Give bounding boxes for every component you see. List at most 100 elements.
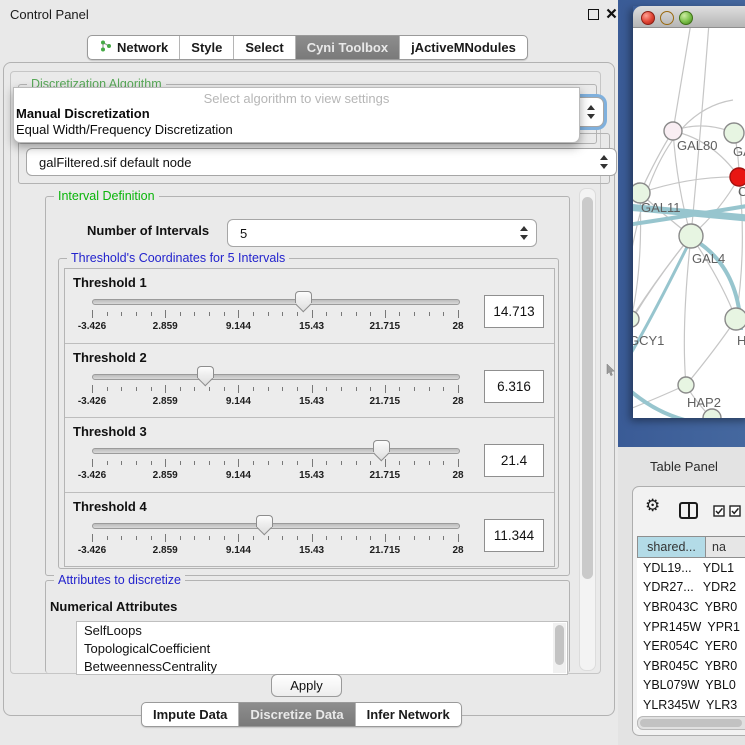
- close-window-icon[interactable]: [641, 11, 655, 25]
- network-canvas[interactable]: GAL80GACGAL11GAL4GCY1HHAP2: [633, 28, 745, 418]
- combo-stepper-icon: [600, 155, 609, 169]
- bottom-tab-infer-network[interactable]: Infer Network: [355, 703, 461, 726]
- node-label: GA: [733, 144, 745, 159]
- control-panel-titlebar: Control Panel: [0, 0, 618, 28]
- table-row[interactable]: YBL079WYBL0: [637, 676, 745, 696]
- table-hscrollbar-thumb[interactable]: [640, 719, 742, 727]
- table-row[interactable]: YLR345WYLR3: [637, 695, 745, 715]
- network-edge[interactable]: [686, 319, 736, 385]
- interval-definition-title: Interval Definition: [54, 189, 159, 203]
- slider-track[interactable]: [92, 374, 460, 380]
- threshold-row: Threshold 1-3.4262.8599.14415.4321.71528…: [65, 269, 554, 344]
- attribute-item-selfloops[interactable]: SelfLoops: [77, 622, 567, 640]
- close-icon[interactable]: [606, 8, 617, 19]
- cell-shared-name[interactable]: YER054C: [637, 639, 699, 653]
- bottom-tab-impute-data[interactable]: Impute Data: [142, 703, 238, 726]
- select-all-icon[interactable]: [713, 505, 725, 517]
- attribute-item-betweennesscentrality[interactable]: BetweennessCentrality: [77, 658, 567, 675]
- algorithm-option-manual-discretization[interactable]: Manual Discretization: [16, 106, 581, 122]
- cell-name[interactable]: YBR0: [699, 600, 745, 614]
- unselect-all-icon[interactable]: [729, 505, 741, 517]
- show-column-icon[interactable]: [679, 502, 698, 519]
- network-node[interactable]: [703, 409, 721, 418]
- threshold-value-field[interactable]: 21.4: [484, 444, 544, 477]
- table-settings-gear-icon[interactable]: ⚙: [645, 496, 660, 516]
- network-graph[interactable]: GAL80GACGAL11GAL4GCY1HHAP2: [633, 28, 745, 418]
- slider-thumb[interactable]: [197, 366, 214, 378]
- zoom-window-icon[interactable]: [679, 11, 693, 25]
- algorithm-option-equal-width-frequency-discretization[interactable]: Equal Width/Frequency Discretization: [16, 122, 581, 138]
- float-window-icon[interactable]: [588, 9, 599, 20]
- minimize-window-icon[interactable]: [660, 11, 674, 25]
- network-edge[interactable]: [673, 28, 691, 131]
- bottom-tab-discretize-data[interactable]: Discretize Data: [238, 703, 354, 726]
- threshold-value-field[interactable]: 11.344: [484, 519, 544, 552]
- slider-thumb[interactable]: [256, 515, 273, 527]
- network-edge[interactable]: [684, 236, 691, 385]
- slider-thumb[interactable]: [373, 440, 390, 452]
- slider-track[interactable]: [92, 299, 460, 305]
- settings-scrollbar[interactable]: [579, 188, 596, 671]
- threshold-row: Threshold 4-3.4262.8599.14415.4321.71528…: [65, 493, 554, 567]
- tab-jactivemnodules[interactable]: jActiveMNodules: [399, 36, 527, 59]
- numerical-attributes-list[interactable]: SelfLoopsTopologicalCoefficientBetweenne…: [76, 621, 568, 675]
- cell-name[interactable]: YDL1: [697, 561, 745, 575]
- cell-name[interactable]: YPR1: [701, 620, 745, 634]
- cell-name[interactable]: YLR3: [700, 698, 745, 712]
- table-hscrollbar[interactable]: [637, 716, 745, 730]
- column-header-na[interactable]: na: [706, 536, 745, 558]
- table-row[interactable]: YDR27...YDR2: [637, 578, 745, 598]
- cell-shared-name[interactable]: YBR045C: [637, 659, 699, 673]
- cell-shared-name[interactable]: YDR27...: [637, 580, 697, 594]
- settings-scrollbar-thumb[interactable]: [582, 197, 593, 579]
- network-edge[interactable]: [633, 193, 641, 319]
- table-data-select[interactable]: galFiltered.sif default node: [26, 148, 617, 176]
- table-row[interactable]: YBR043CYBR0: [637, 597, 745, 617]
- algorithm-hint: Select algorithm to view settings: [14, 91, 579, 106]
- network-edge[interactable]: [633, 236, 691, 328]
- network-node-gcy1[interactable]: [633, 311, 639, 327]
- attribute-item-topologicalcoefficient[interactable]: TopologicalCoefficient: [77, 640, 567, 658]
- number-of-intervals-select[interactable]: 5: [227, 219, 537, 247]
- cell-shared-name[interactable]: YBL079W: [637, 678, 699, 692]
- cell-name[interactable]: YER0: [699, 639, 745, 653]
- network-node-gal4[interactable]: [679, 224, 703, 248]
- network-node-h[interactable]: [725, 308, 745, 330]
- slider-track[interactable]: [92, 523, 460, 529]
- network-edge[interactable]: [640, 177, 739, 193]
- node-label: GAL80: [677, 138, 717, 153]
- network-window-titlebar[interactable]: [633, 6, 745, 28]
- apply-button[interactable]: Apply: [271, 674, 342, 697]
- tab-select[interactable]: Select: [233, 36, 294, 59]
- slider-track[interactable]: [92, 448, 460, 454]
- table-row[interactable]: YER054CYER0: [637, 636, 745, 656]
- network-edge[interactable]: [633, 236, 691, 319]
- table-row[interactable]: YBR045CYBR0: [637, 656, 745, 676]
- table-row[interactable]: YPR145WYPR1: [637, 617, 745, 637]
- node-label: GAL11: [641, 200, 681, 215]
- network-node-ga[interactable]: [724, 123, 744, 143]
- table-row[interactable]: YDL19...YDL1: [637, 558, 745, 578]
- cell-shared-name[interactable]: YLR345W: [637, 698, 700, 712]
- tab-network[interactable]: Network: [88, 36, 179, 59]
- cell-name[interactable]: YDR2: [697, 580, 745, 594]
- tab-style[interactable]: Style: [179, 36, 233, 59]
- table-panel-title: Table Panel: [650, 459, 718, 474]
- cell-shared-name[interactable]: YDL19...: [637, 561, 697, 575]
- slider-thumb[interactable]: [295, 291, 312, 303]
- cell-shared-name[interactable]: YBR043C: [637, 600, 699, 614]
- cell-name[interactable]: YBR0: [699, 659, 745, 673]
- threshold-value-field[interactable]: 14.713: [484, 295, 544, 328]
- network-edge[interactable]: [691, 28, 709, 236]
- combo-stepper-icon: [520, 226, 529, 240]
- list-scrollbar-thumb[interactable]: [555, 625, 564, 665]
- tab-label: jActiveMNodules: [411, 40, 516, 55]
- tab-label: Network: [117, 40, 168, 55]
- list-scrollbar[interactable]: [553, 623, 566, 673]
- tab-cyni-toolbox[interactable]: Cyni Toolbox: [295, 36, 399, 59]
- network-node-hap2[interactable]: [678, 377, 694, 393]
- cell-shared-name[interactable]: YPR145W: [637, 620, 701, 634]
- cell-name[interactable]: YBL0: [699, 678, 745, 692]
- column-header-shared-[interactable]: shared...: [637, 536, 706, 558]
- threshold-value-field[interactable]: 6.316: [484, 370, 544, 403]
